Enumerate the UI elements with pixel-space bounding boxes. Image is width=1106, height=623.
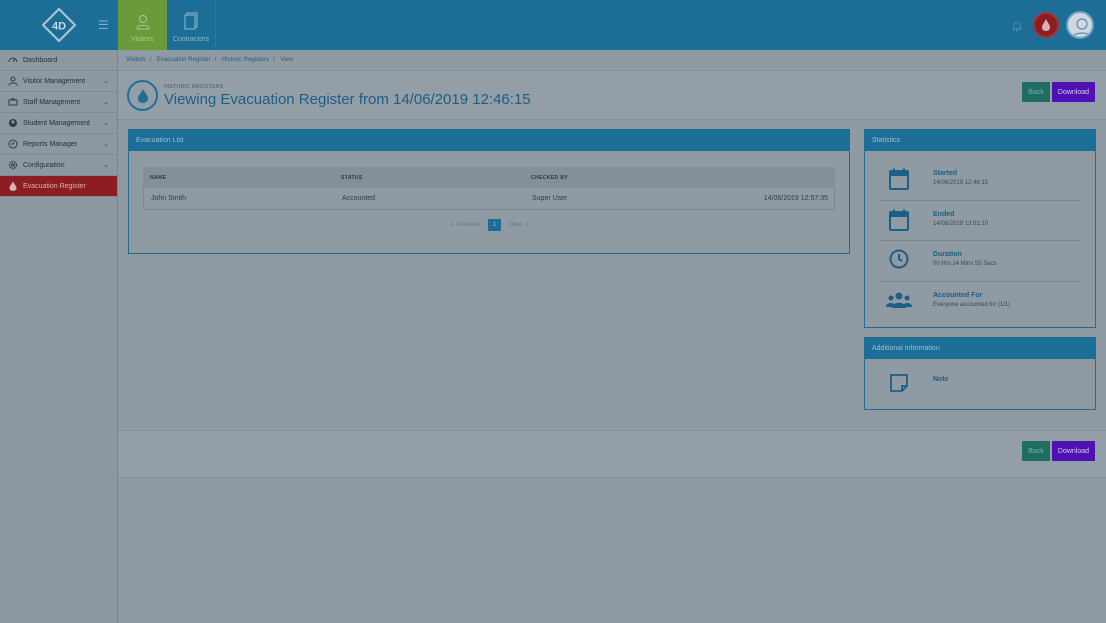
- reports-icon: [8, 139, 18, 149]
- sidebar-item-configuration[interactable]: Configuration ⌄: [0, 155, 117, 176]
- cell-checked-by: Super User: [532, 195, 568, 202]
- bell-icon[interactable]: [1011, 19, 1023, 37]
- main-content: Visitors / Evacuation Register / Historic …: [118, 50, 1106, 623]
- users-group-icon: [886, 290, 912, 315]
- user-avatar-icon: [1072, 18, 1092, 37]
- clock-icon: [889, 249, 909, 274]
- note-icon: [890, 374, 908, 397]
- pagination-next[interactable]: Next »: [509, 222, 528, 228]
- stat-value: 14/06/2019 12:46:15: [933, 180, 989, 186]
- user-avatar[interactable]: [1066, 11, 1094, 39]
- pagination: « Previous 1 Next »: [129, 219, 849, 231]
- panel-title: Statistics: [865, 130, 1095, 151]
- sidebar-item-visitor-management[interactable]: Visitor Management ⌄: [0, 71, 117, 92]
- breadcrumb-link-visitors[interactable]: Visitors: [126, 57, 146, 63]
- stat-value: 14/06/2019 13:01:10: [933, 221, 989, 227]
- gear-icon: [8, 160, 18, 170]
- back-button[interactable]: Back: [1022, 441, 1050, 461]
- breadcrumb-link-evacuation-register[interactable]: Evacuation Register: [157, 57, 211, 63]
- breadcrumb-link-historic-registers[interactable]: Historic Registers: [222, 57, 269, 63]
- note-item: Note: [865, 366, 1095, 406]
- stat-started: Started 14/06/2019 12:46:15: [865, 160, 1095, 200]
- flame-icon: [8, 181, 18, 191]
- stat-value: 00 Hrs 14 Mins 55 Secs: [933, 261, 997, 267]
- stat-accounted-for: Accounted For Everyone accounted for (1/…: [865, 282, 1095, 322]
- user-icon: [8, 76, 18, 86]
- sidebar-item-student-management[interactable]: Student Management ⌄: [0, 113, 117, 134]
- svg-text:4D: 4D: [52, 21, 66, 33]
- column-header-name[interactable]: NAME: [143, 175, 341, 181]
- evacuation-table: NAME STATUS CHECKED BY John Smith Accoun…: [143, 167, 835, 210]
- sidebar-item-staff-management[interactable]: Staff Management ⌄: [0, 92, 117, 113]
- chevron-down-icon: ⌄: [103, 99, 109, 106]
- topnav-contractors[interactable]: Contractors: [167, 0, 216, 50]
- cell-status: Accounted: [342, 195, 376, 202]
- breadcrumb-current: View: [280, 57, 294, 63]
- flame-icon: [127, 80, 158, 111]
- back-button[interactable]: Back: [1022, 82, 1050, 102]
- evacuation-list-panel: Evacuation List NAME STATUS CHECKED BY J…: [128, 129, 850, 254]
- page-header: HISTORIC REGISTERS Viewing Evacuation Re…: [118, 70, 1106, 120]
- sidebar: Dashboard Visitor Management ⌄ Staff Man…: [0, 50, 118, 623]
- cell-name: John Smith: [151, 195, 187, 202]
- chevron-down-icon: ⌄: [103, 141, 109, 148]
- download-button[interactable]: Download: [1052, 441, 1095, 461]
- stat-duration: Duration 00 Hrs 14 Mins 55 Secs: [865, 241, 1095, 281]
- chevron-down-icon: ⌄: [103, 162, 109, 169]
- stat-value: Everyone accounted for (1/1): [933, 302, 1011, 308]
- sidebar-item-label: Configuration: [23, 161, 65, 169]
- panel-title: Additional Information: [865, 338, 1095, 359]
- sidebar-item-label: Visitor Management: [23, 77, 86, 85]
- sidebar-item-label: Reports Manager: [23, 140, 78, 148]
- column-header-status[interactable]: STATUS: [341, 175, 531, 181]
- table-row[interactable]: John Smith Accounted Super User 14/06/20…: [143, 188, 835, 210]
- cell-time: 14/06/2019 12:57:35: [763, 195, 828, 202]
- visitor-icon: [135, 15, 150, 30]
- table-header: NAME STATUS CHECKED BY: [143, 167, 835, 188]
- stat-label: Accounted For: [933, 292, 983, 299]
- top-bar: 4D ☰ Visitors Contractors: [0, 0, 1106, 50]
- chevron-down-icon: ⌄: [103, 78, 109, 85]
- statistics-panel: Statistics Started 14/06/2019 12:46:15 E…: [864, 129, 1096, 328]
- page-kicker: HISTORIC REGISTERS: [164, 84, 224, 90]
- note-label: Note: [933, 376, 949, 383]
- topnav-visitors-label: Visitors: [131, 36, 154, 43]
- chevron-down-icon: ⌄: [103, 120, 109, 127]
- evacuation-alert-button[interactable]: [1033, 12, 1059, 38]
- sidebar-item-label: Staff Management: [23, 98, 81, 106]
- stat-label: Started: [933, 170, 958, 177]
- pagination-previous[interactable]: « Previous: [450, 222, 480, 228]
- sidebar-item-dashboard[interactable]: Dashboard: [0, 50, 117, 71]
- sidebar-item-label: Dashboard: [23, 56, 58, 64]
- logo-4d-icon: 4D: [42, 8, 76, 42]
- breadcrumb: Visitors / Evacuation Register / Historic …: [126, 57, 294, 63]
- dashboard-icon: [8, 55, 18, 65]
- student-icon: [8, 118, 18, 128]
- staff-icon: [8, 97, 18, 107]
- pagination-page-1[interactable]: 1: [488, 219, 501, 231]
- sidebar-item-label: Student Management: [23, 119, 90, 127]
- calendar-icon: [889, 168, 909, 195]
- panel-title: Evacuation List: [129, 130, 849, 151]
- stat-label: Ended: [933, 211, 955, 218]
- flame-icon: [1042, 19, 1050, 31]
- calendar-icon: [889, 209, 909, 236]
- topnav-visitors[interactable]: Visitors: [118, 0, 167, 50]
- sidebar-item-reports-manager[interactable]: Reports Manager ⌄: [0, 134, 117, 155]
- menu-toggle-icon[interactable]: ☰: [98, 18, 110, 32]
- document-icon: [184, 12, 198, 30]
- sidebar-item-evacuation-register[interactable]: Evacuation Register: [0, 176, 117, 197]
- stat-label: Duration: [933, 251, 962, 258]
- page-title: Viewing Evacuation Register from 14/06/2…: [164, 91, 531, 108]
- download-button[interactable]: Download: [1052, 82, 1095, 102]
- footer-actions: Back Download: [118, 430, 1106, 478]
- additional-information-panel: Additional Information Note: [864, 337, 1096, 410]
- topnav-contractors-label: Contractors: [172, 36, 210, 43]
- stat-ended: Ended 14/06/2019 13:01:10: [865, 201, 1095, 241]
- sidebar-item-label: Evacuation Register: [23, 182, 86, 190]
- column-header-checked-by[interactable]: CHECKED BY: [531, 175, 715, 181]
